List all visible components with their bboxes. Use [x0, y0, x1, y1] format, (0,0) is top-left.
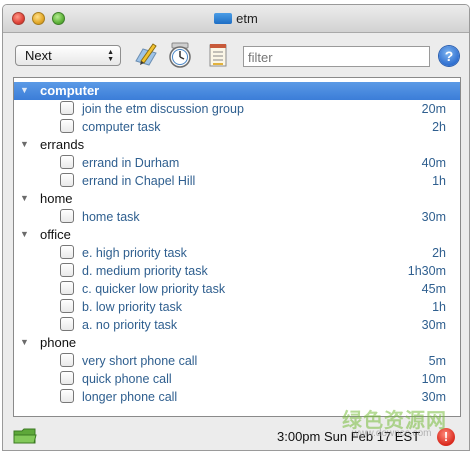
toolbar: Next ▲▼ ? [3, 33, 469, 77]
task-checkbox[interactable] [60, 353, 74, 367]
task-label: longer phone call [82, 390, 178, 404]
task-label: very short phone call [82, 354, 198, 368]
group-name: home [40, 191, 73, 206]
task-row[interactable]: d. medium priority task 1h30m [14, 262, 460, 280]
task-checkbox[interactable] [60, 119, 74, 133]
notepad-icon[interactable] [205, 41, 231, 69]
disclosure-triangle-icon[interactable]: ▼ [20, 85, 29, 95]
task-row[interactable]: join the etm discussion group 20m [14, 100, 460, 118]
task-duration: 30m [421, 210, 446, 224]
task-row[interactable]: errand in Chapel Hill 1h [14, 172, 460, 190]
task-duration: 20m [421, 102, 446, 116]
task-checkbox[interactable] [60, 101, 74, 115]
task-checkbox[interactable] [60, 281, 74, 295]
task-duration: 2h [432, 120, 446, 134]
group-row-office[interactable]: ▼ office [14, 226, 460, 244]
watermark-url: www.downcc.com [352, 428, 432, 439]
folder-icon[interactable] [13, 427, 37, 445]
group-name: phone [40, 335, 77, 350]
task-checkbox[interactable] [60, 245, 74, 259]
task-checkbox[interactable] [60, 155, 74, 169]
disclosure-triangle-icon[interactable]: ▼ [20, 337, 29, 347]
task-row[interactable]: home task 30m [14, 208, 460, 226]
app-icon [214, 13, 233, 24]
task-row[interactable]: quick phone call 10m [14, 370, 460, 388]
clock-icon[interactable] [167, 41, 193, 69]
task-duration: 45m [421, 282, 446, 296]
window-title-text: etm [236, 11, 258, 26]
group-row-phone[interactable]: ▼ phone [14, 334, 460, 352]
task-label: computer task [82, 120, 161, 134]
task-checkbox[interactable] [60, 371, 74, 385]
disclosure-triangle-icon[interactable]: ▼ [20, 139, 29, 149]
task-row[interactable]: c. quicker low priority task 45m [14, 280, 460, 298]
window-title: etm [3, 11, 469, 26]
task-label: errand in Chapel Hill [82, 174, 196, 188]
task-checkbox[interactable] [60, 299, 74, 313]
task-duration: 1h [432, 300, 446, 314]
task-checkbox[interactable] [60, 317, 74, 331]
task-checkbox[interactable] [60, 173, 74, 187]
task-label: e. high priority task [82, 246, 187, 260]
task-row[interactable]: b. low priority task 1h [14, 298, 460, 316]
task-label: c. quicker low priority task [82, 282, 226, 296]
task-row[interactable]: e. high priority task 2h [14, 244, 460, 262]
task-checkbox[interactable] [60, 263, 74, 277]
task-duration: 40m [421, 156, 446, 170]
group-row-errands[interactable]: ▼ errands [14, 136, 460, 154]
disclosure-triangle-icon[interactable]: ▼ [20, 229, 29, 239]
task-row[interactable]: a. no priority task 30m [14, 316, 460, 334]
view-select-value: Next [25, 48, 52, 63]
task-row[interactable]: errand in Durham 40m [14, 154, 460, 172]
group-name: errands [40, 137, 85, 152]
task-checkbox[interactable] [60, 209, 74, 223]
task-row[interactable]: computer task 2h [14, 118, 460, 136]
group-row-home[interactable]: ▼ home [14, 190, 460, 208]
task-label: join the etm discussion group [82, 102, 244, 116]
group-row-computer[interactable]: ▼ computer [14, 82, 460, 100]
filter-input[interactable] [243, 46, 430, 67]
task-checkbox[interactable] [60, 389, 74, 403]
task-list[interactable]: ▼ computer join the etm discussion group 20… [13, 77, 461, 417]
group-name: office [40, 227, 71, 242]
title-bar: etm [3, 5, 469, 33]
task-duration: 2h [432, 246, 446, 260]
pencil-icon[interactable] [133, 41, 159, 69]
task-duration: 30m [421, 318, 446, 332]
view-select[interactable]: Next ▲ ▼ [15, 45, 121, 66]
task-duration: 30m [421, 390, 446, 404]
task-label: d. medium priority task [82, 264, 208, 278]
task-label: a. no priority task [82, 318, 178, 332]
task-label: quick phone call [82, 372, 172, 386]
task-label: home task [82, 210, 140, 224]
help-button[interactable]: ? [439, 46, 459, 66]
task-duration: 10m [421, 372, 446, 386]
group-name: computer [40, 83, 100, 98]
task-duration: 1h [432, 174, 446, 188]
disclosure-triangle-icon[interactable]: ▼ [20, 193, 29, 203]
main-window: etm Next ▲▼ ? ▼comp [2, 4, 470, 451]
task-duration: 1h30m [407, 264, 446, 278]
task-label: errand in Durham [82, 156, 180, 170]
updown-arrows-icon: ▲ ▼ [107, 49, 114, 63]
task-row[interactable]: very short phone call 5m [14, 352, 460, 370]
task-duration: 5m [428, 354, 446, 368]
task-label: b. low priority task [82, 300, 183, 314]
